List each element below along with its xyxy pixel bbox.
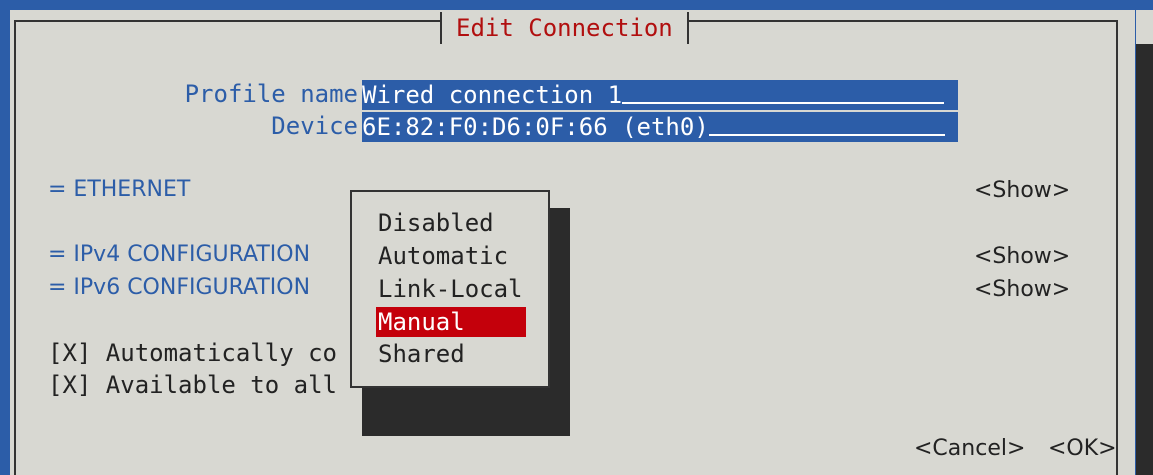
profile-name-value: Wired connection 1 — [362, 81, 623, 109]
section-ipv4[interactable]: = IPv4 CONFIGURATION — [48, 242, 310, 267]
dropdown-option-shared[interactable]: Shared — [376, 339, 467, 369]
dropdown-option-disabled[interactable]: Disabled — [376, 208, 496, 238]
dropdown-option-link-local[interactable]: Link-Local — [376, 274, 525, 304]
dialog-title: Edit Connection — [456, 14, 673, 42]
profile-name-label: Profile name — [184, 80, 358, 108]
dropdown-option-automatic[interactable]: Automatic — [376, 241, 510, 271]
device-field[interactable]: 6E:82:F0:D6:0F:66 (eth0) — [362, 112, 958, 142]
ipv4-method-dropdown[interactable]: Disabled Automatic Link-Local Manual Sha… — [350, 190, 550, 388]
ipv6-show-button[interactable]: <Show> — [974, 277, 1070, 302]
profile-name-fill — [622, 80, 945, 104]
screen: Edit Connection Profile name Wired conne… — [0, 0, 1153, 475]
available-all-users-checkbox[interactable]: [X] Available to all — [48, 371, 337, 399]
device-fill — [708, 112, 945, 136]
profile-name-field[interactable]: Wired connection 1 — [362, 80, 958, 110]
device-label: Device — [271, 112, 358, 140]
ok-button[interactable]: <OK> — [1048, 436, 1117, 461]
section-ethernet[interactable]: = ETHERNET — [48, 177, 190, 202]
scrollbar-cap — [1136, 10, 1153, 44]
dialog-title-box: Edit Connection — [440, 12, 689, 44]
auto-connect-checkbox[interactable]: [X] Automatically co — [48, 339, 337, 367]
ethernet-show-button[interactable]: <Show> — [974, 178, 1070, 203]
cancel-button[interactable]: <Cancel> — [914, 436, 1025, 461]
ipv4-show-button[interactable]: <Show> — [974, 244, 1070, 269]
scrollbar[interactable] — [1136, 44, 1153, 475]
dropdown-option-manual[interactable]: Manual — [376, 307, 526, 337]
section-ipv6[interactable]: = IPv6 CONFIGURATION — [48, 275, 310, 300]
device-value: 6E:82:F0:D6:0F:66 (eth0) — [362, 113, 709, 141]
